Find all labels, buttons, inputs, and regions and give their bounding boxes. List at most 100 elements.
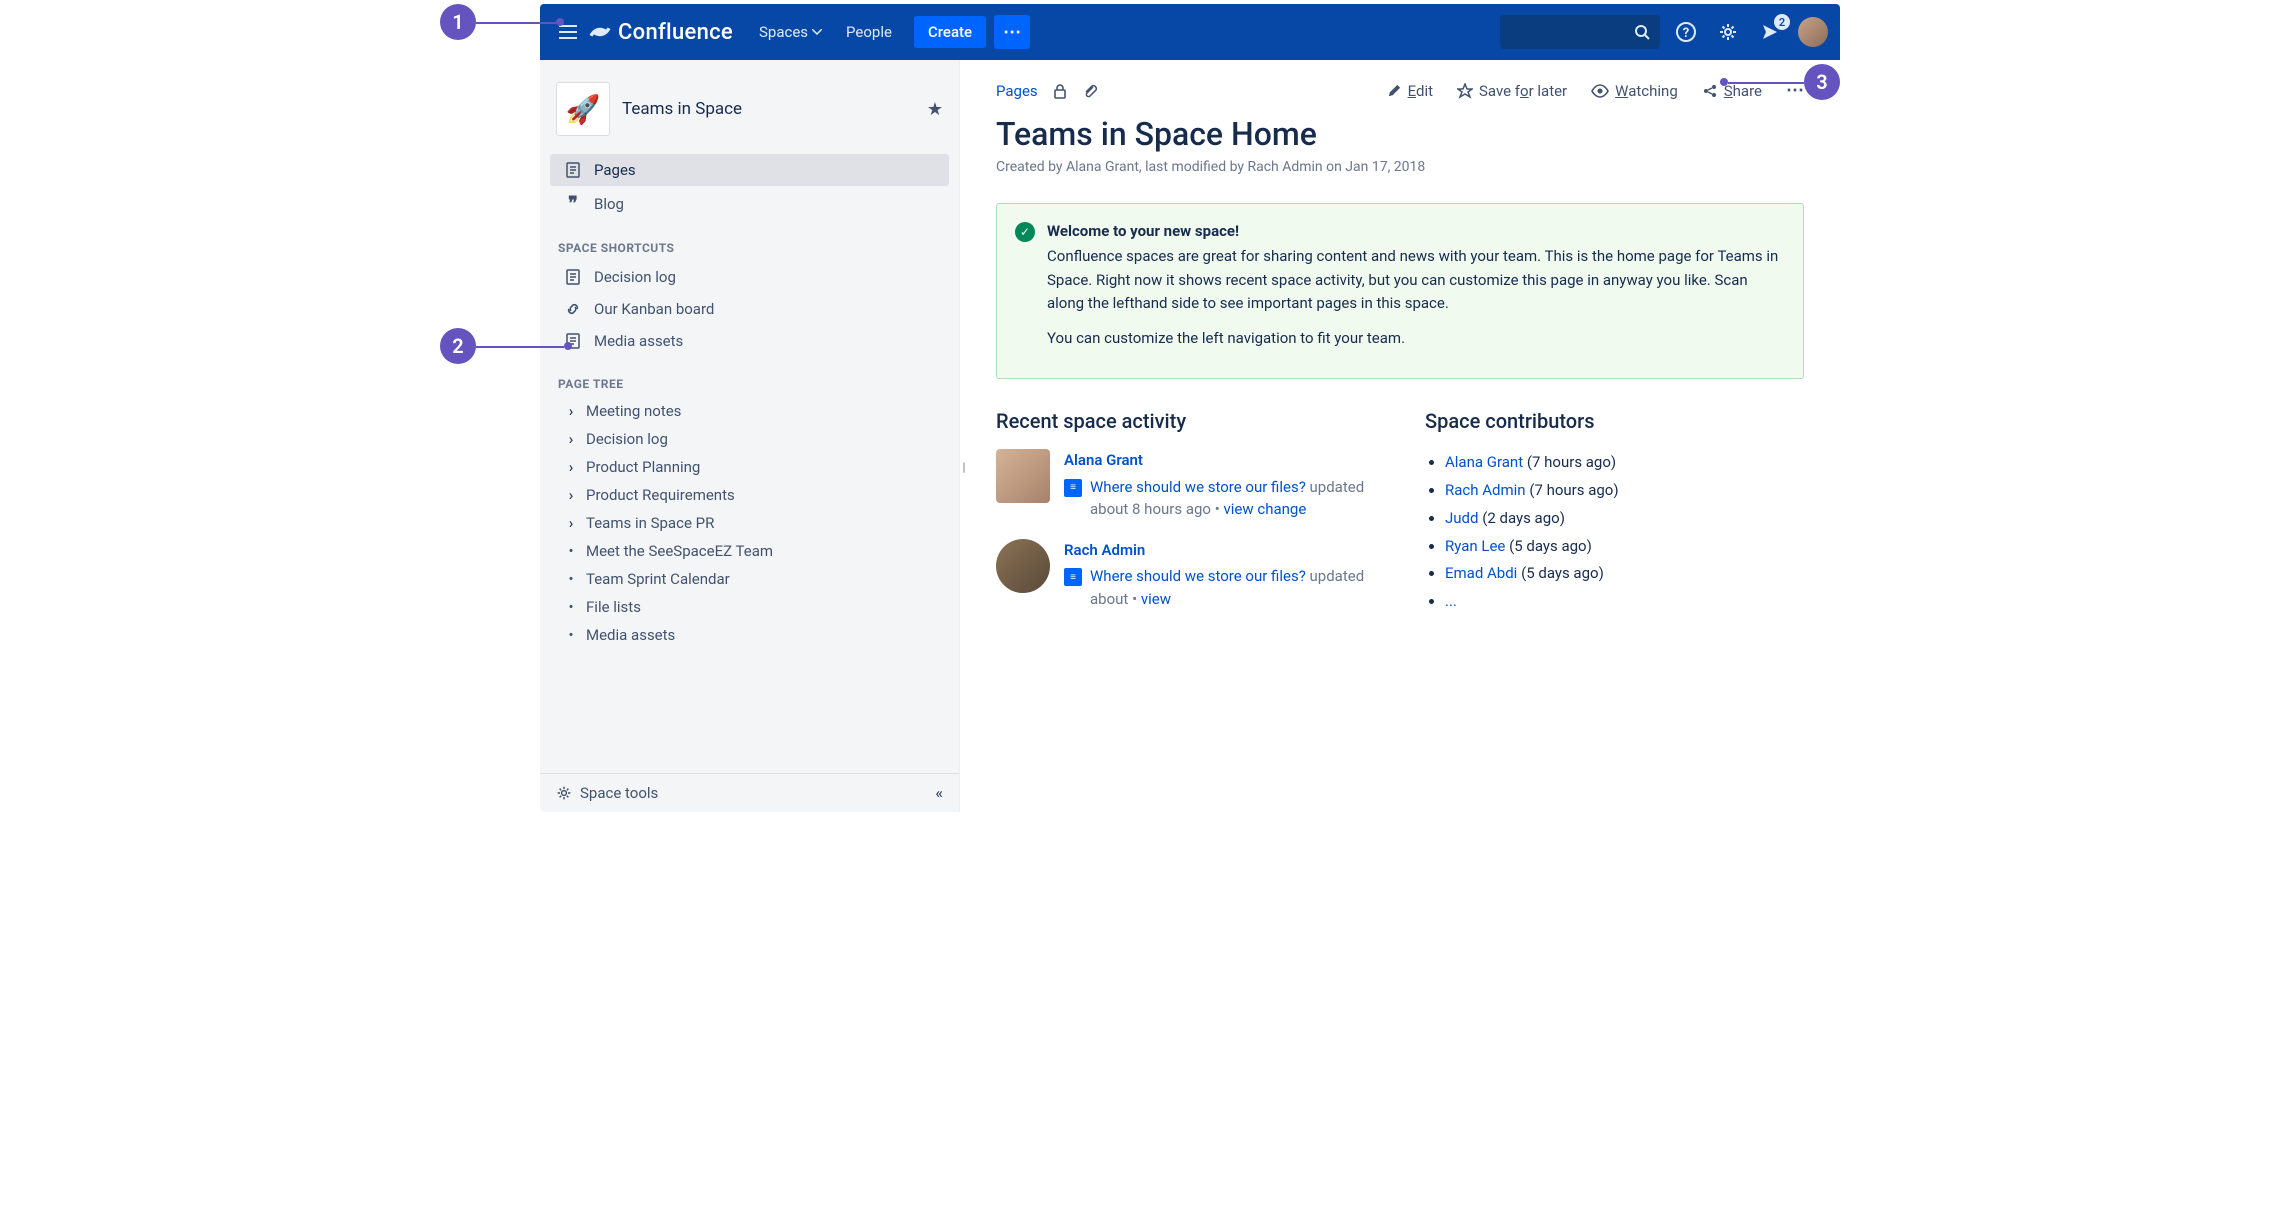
quote-icon: ❞ <box>564 193 582 214</box>
space-tools-label: Space tools <box>580 784 658 802</box>
chevron-right-icon[interactable]: › <box>564 486 578 504</box>
restrictions-icon[interactable] <box>1052 83 1068 99</box>
annotation-dot <box>1720 78 1728 86</box>
contributor-link[interactable]: Judd <box>1445 509 1478 527</box>
tree-item-label: Decision log <box>586 430 668 448</box>
shortcuts-heading: SPACE SHORTCUTS <box>540 231 959 261</box>
contributors-more[interactable]: ... <box>1445 588 1804 616</box>
attachments-icon[interactable] <box>1082 83 1098 99</box>
page-byline: Created by Alana Grant, last modified by… <box>996 159 1804 175</box>
activity-entry: Rach Admin ≡ Where should we store our fil… <box>996 539 1375 611</box>
page-tree-item[interactable]: •Media assets <box>550 621 949 649</box>
contributor-link[interactable]: Emad Abdi <box>1445 564 1517 582</box>
sidebar-shortcut[interactable]: Our Kanban board <box>550 293 949 325</box>
annotation-dot <box>564 342 572 350</box>
contributor-ago: (5 days ago) <box>1509 537 1592 555</box>
activity-user-link[interactable]: Rach Admin <box>1064 539 1375 562</box>
contributor-link[interactable]: Alana Grant <box>1445 453 1523 471</box>
chevron-right-icon[interactable]: › <box>564 458 578 476</box>
activity-page-link[interactable]: Where should we store our files? <box>1090 567 1306 585</box>
document-icon: ≡ <box>1064 568 1082 586</box>
sidebar-item-label: Our Kanban board <box>594 300 714 318</box>
activity-page-link[interactable]: Where should we store our files? <box>1090 478 1306 496</box>
annotation-line <box>476 346 564 348</box>
search-input[interactable] <box>1500 15 1660 49</box>
sidebar: 🚀 Teams in Space ★ Pages ❞ Blog <box>540 60 960 812</box>
contributor-item: Rach Admin (7 hours ago) <box>1445 477 1804 505</box>
space-name[interactable]: Teams in Space <box>622 99 915 119</box>
annotation-dot <box>556 18 564 26</box>
page-tree-item[interactable]: › Product Planning <box>550 453 949 481</box>
contributor-item: Emad Abdi (5 days ago) <box>1445 560 1804 588</box>
annotation-line <box>476 22 556 24</box>
sidebar-pages[interactable]: Pages <box>550 154 949 186</box>
activity-heading: Recent space activity <box>996 409 1375 433</box>
create-more-button[interactable]: ⋯ <box>994 15 1030 49</box>
page-tree-item[interactable]: › Meeting notes <box>550 397 949 425</box>
space-logo[interactable]: 🚀 <box>556 82 610 136</box>
edit-button[interactable]: Edit <box>1387 82 1433 100</box>
page-icon <box>564 269 582 285</box>
star-icon[interactable]: ★ <box>927 99 943 120</box>
save-for-later-button[interactable]: Save for later <box>1457 82 1567 100</box>
info-heading: Welcome to your new space! <box>1047 220 1785 243</box>
page-tree-item[interactable]: › Decision log <box>550 425 949 453</box>
sidebar-shortcut[interactable]: Media assets <box>550 325 949 357</box>
chevron-right-icon[interactable]: › <box>564 514 578 532</box>
breadcrumb-pages[interactable]: Pages <box>996 82 1038 100</box>
contributor-item: Alana Grant (7 hours ago) <box>1445 449 1804 477</box>
eye-icon <box>1591 84 1609 98</box>
activity-user-link[interactable]: Alana Grant <box>1064 449 1375 472</box>
watching-button[interactable]: Watching <box>1591 82 1678 100</box>
chevron-right-icon[interactable]: › <box>564 430 578 448</box>
chevron-down-icon <box>812 29 822 35</box>
user-avatar[interactable] <box>1798 17 1828 47</box>
chevron-right-icon[interactable]: › <box>564 402 578 420</box>
contributor-ago: (2 days ago) <box>1482 509 1565 527</box>
space-tools-button[interactable]: Space tools <box>556 784 658 802</box>
sidebar-blog[interactable]: ❞ Blog <box>550 186 949 221</box>
main-content: Pages Edit Sa <box>960 60 1840 812</box>
star-icon <box>1457 83 1473 99</box>
annotation-callout-2: 2 <box>440 328 476 364</box>
nav-people[interactable]: People <box>836 15 902 49</box>
page-title: Teams in Space Home <box>996 115 1804 153</box>
settings-icon[interactable] <box>1712 16 1744 48</box>
resize-handle[interactable]: || <box>962 460 964 474</box>
confluence-logo[interactable]: Confluence <box>588 20 733 45</box>
view-change-link[interactable]: view change <box>1223 500 1306 518</box>
bullet-icon: • <box>564 570 578 588</box>
view-change-link[interactable]: view <box>1141 590 1171 608</box>
page-tree-item[interactable]: ›Product Requirements <box>550 481 949 509</box>
help-icon[interactable]: ? <box>1670 16 1702 48</box>
tree-item-label: Teams in Space PR <box>586 514 714 532</box>
tree-item-label: Meet the SeeSpaceEZ Team <box>586 542 773 560</box>
notifications-icon[interactable]: 2 <box>1754 16 1786 48</box>
share-button[interactable]: Share <box>1702 82 1762 100</box>
contributor-item: Judd (2 days ago) <box>1445 505 1804 533</box>
user-avatar[interactable] <box>996 539 1050 593</box>
tree-item-label: Meeting notes <box>586 402 681 420</box>
contributor-link[interactable]: Ryan Lee <box>1445 537 1505 555</box>
bullet-icon: • <box>564 626 578 644</box>
sidebar-footer: Space tools « <box>540 773 959 812</box>
collapse-sidebar-button[interactable]: « <box>936 784 944 802</box>
contributors-heading: Space contributors <box>1425 409 1804 433</box>
page-tree-item[interactable]: •Team Sprint Calendar <box>550 565 949 593</box>
page-tree-item[interactable]: •Meet the SeeSpaceEZ Team <box>550 537 949 565</box>
nav-spaces[interactable]: Spaces <box>749 15 832 49</box>
page-tree-item[interactable]: •File lists <box>550 593 949 621</box>
annotation-callout-3: 3 <box>1804 64 1840 100</box>
page-tree-item[interactable]: › Teams in Space PR <box>550 509 949 537</box>
link-icon <box>564 301 582 317</box>
sidebar-shortcut[interactable]: Decision log <box>550 261 949 293</box>
sidebar-item-label: Pages <box>594 161 636 179</box>
info-paragraph: Confluence spaces are great for sharing … <box>1047 245 1785 315</box>
sidebar-item-label: Blog <box>594 195 624 213</box>
contributor-item: Ryan Lee (5 days ago) <box>1445 533 1804 561</box>
contributor-link[interactable]: Rach Admin <box>1445 481 1526 499</box>
space-header: 🚀 Teams in Space ★ <box>540 72 959 154</box>
user-avatar[interactable] <box>996 449 1050 503</box>
tree-item-label: Product Planning <box>586 458 700 476</box>
create-button[interactable]: Create <box>914 16 986 48</box>
